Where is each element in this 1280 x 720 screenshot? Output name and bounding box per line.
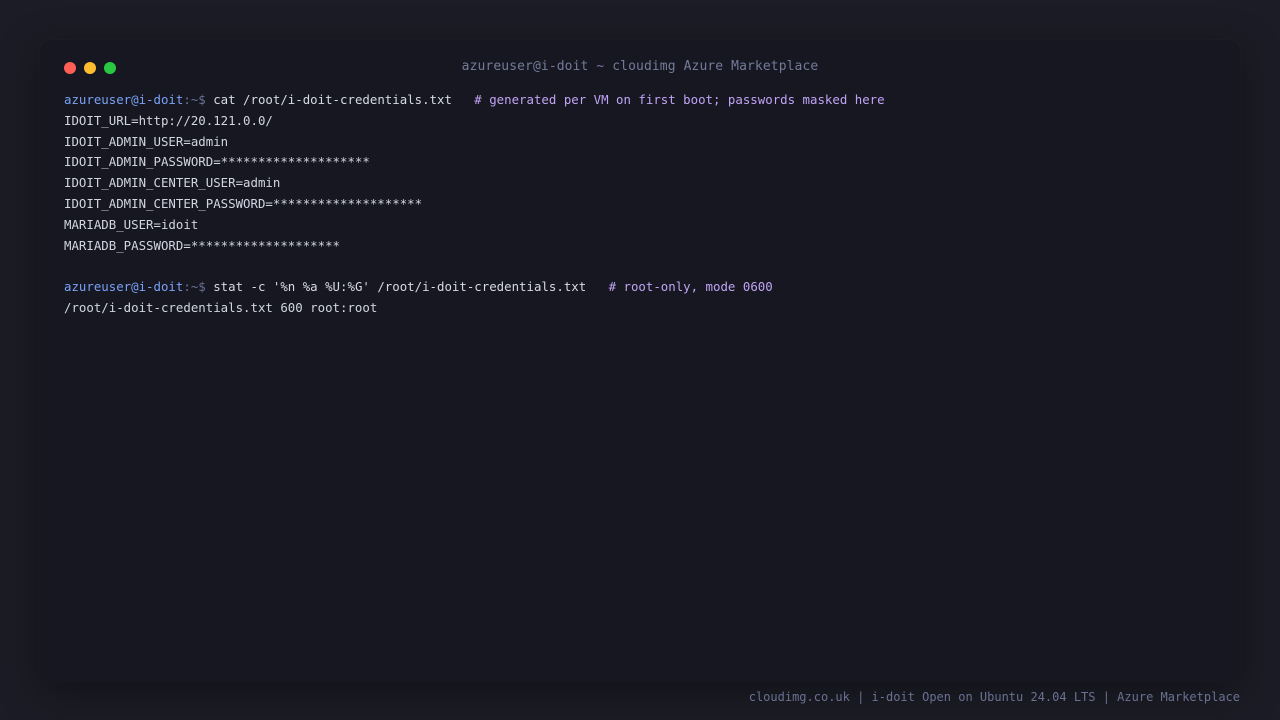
terminal-output[interactable]: azureuser@i-doit:~$ cat /root/i-doit-cre… <box>64 90 1216 319</box>
output-line: /root/i-doit-credentials.txt 600 root:ro… <box>64 299 378 315</box>
footer-caption: cloudimg.co.uk | i-doit Open on Ubuntu 2… <box>748 690 1240 704</box>
title-bar: azureuser@i-doit ~ cloudimg Azure Market… <box>40 40 1240 96</box>
output-line: IDOIT_ADMIN_CENTER_PASSWORD=************… <box>64 195 423 211</box>
output-line: MARIADB_PASSWORD=******************** <box>64 237 341 253</box>
window-title: azureuser@i-doit ~ cloudimg Azure Market… <box>461 59 819 74</box>
command-text: cat /root/i-doit-credentials.txt <box>213 92 475 107</box>
output-line: IDOIT_URL=http://20.121.0.0/ <box>64 112 273 128</box>
command-comment: # root-only, mode 0600 <box>608 279 773 295</box>
prompt-user: azureuser@i-doit <box>64 279 184 295</box>
prompt-user: azureuser@i-doit <box>64 92 184 107</box>
output-line: IDOIT_ADMIN_CENTER_USER=admin <box>64 175 281 191</box>
command-comment: # generated per VM on first boot; passwo… <box>474 92 885 107</box>
command-text: stat -c '%n %a %U:%G' /root/i-doit-crede… <box>213 279 609 295</box>
terminal-window: azureuser@i-doit ~ cloudimg Azure Market… <box>40 40 1240 682</box>
output-line: MARIADB_USER=idoit <box>64 216 199 232</box>
command-line: azureuser@i-doit:~$ stat -c '%n %a %U:%G… <box>64 277 1216 298</box>
prompt-path: :~$ <box>183 92 214 107</box>
output-line: IDOIT_ADMIN_USER=admin <box>64 133 229 149</box>
output-line: IDOIT_ADMIN_PASSWORD=*******************… <box>64 154 370 170</box>
prompt-path: :~$ <box>183 279 214 295</box>
command-line: azureuser@i-doit:~$ cat /root/i-doit-cre… <box>64 90 1216 111</box>
